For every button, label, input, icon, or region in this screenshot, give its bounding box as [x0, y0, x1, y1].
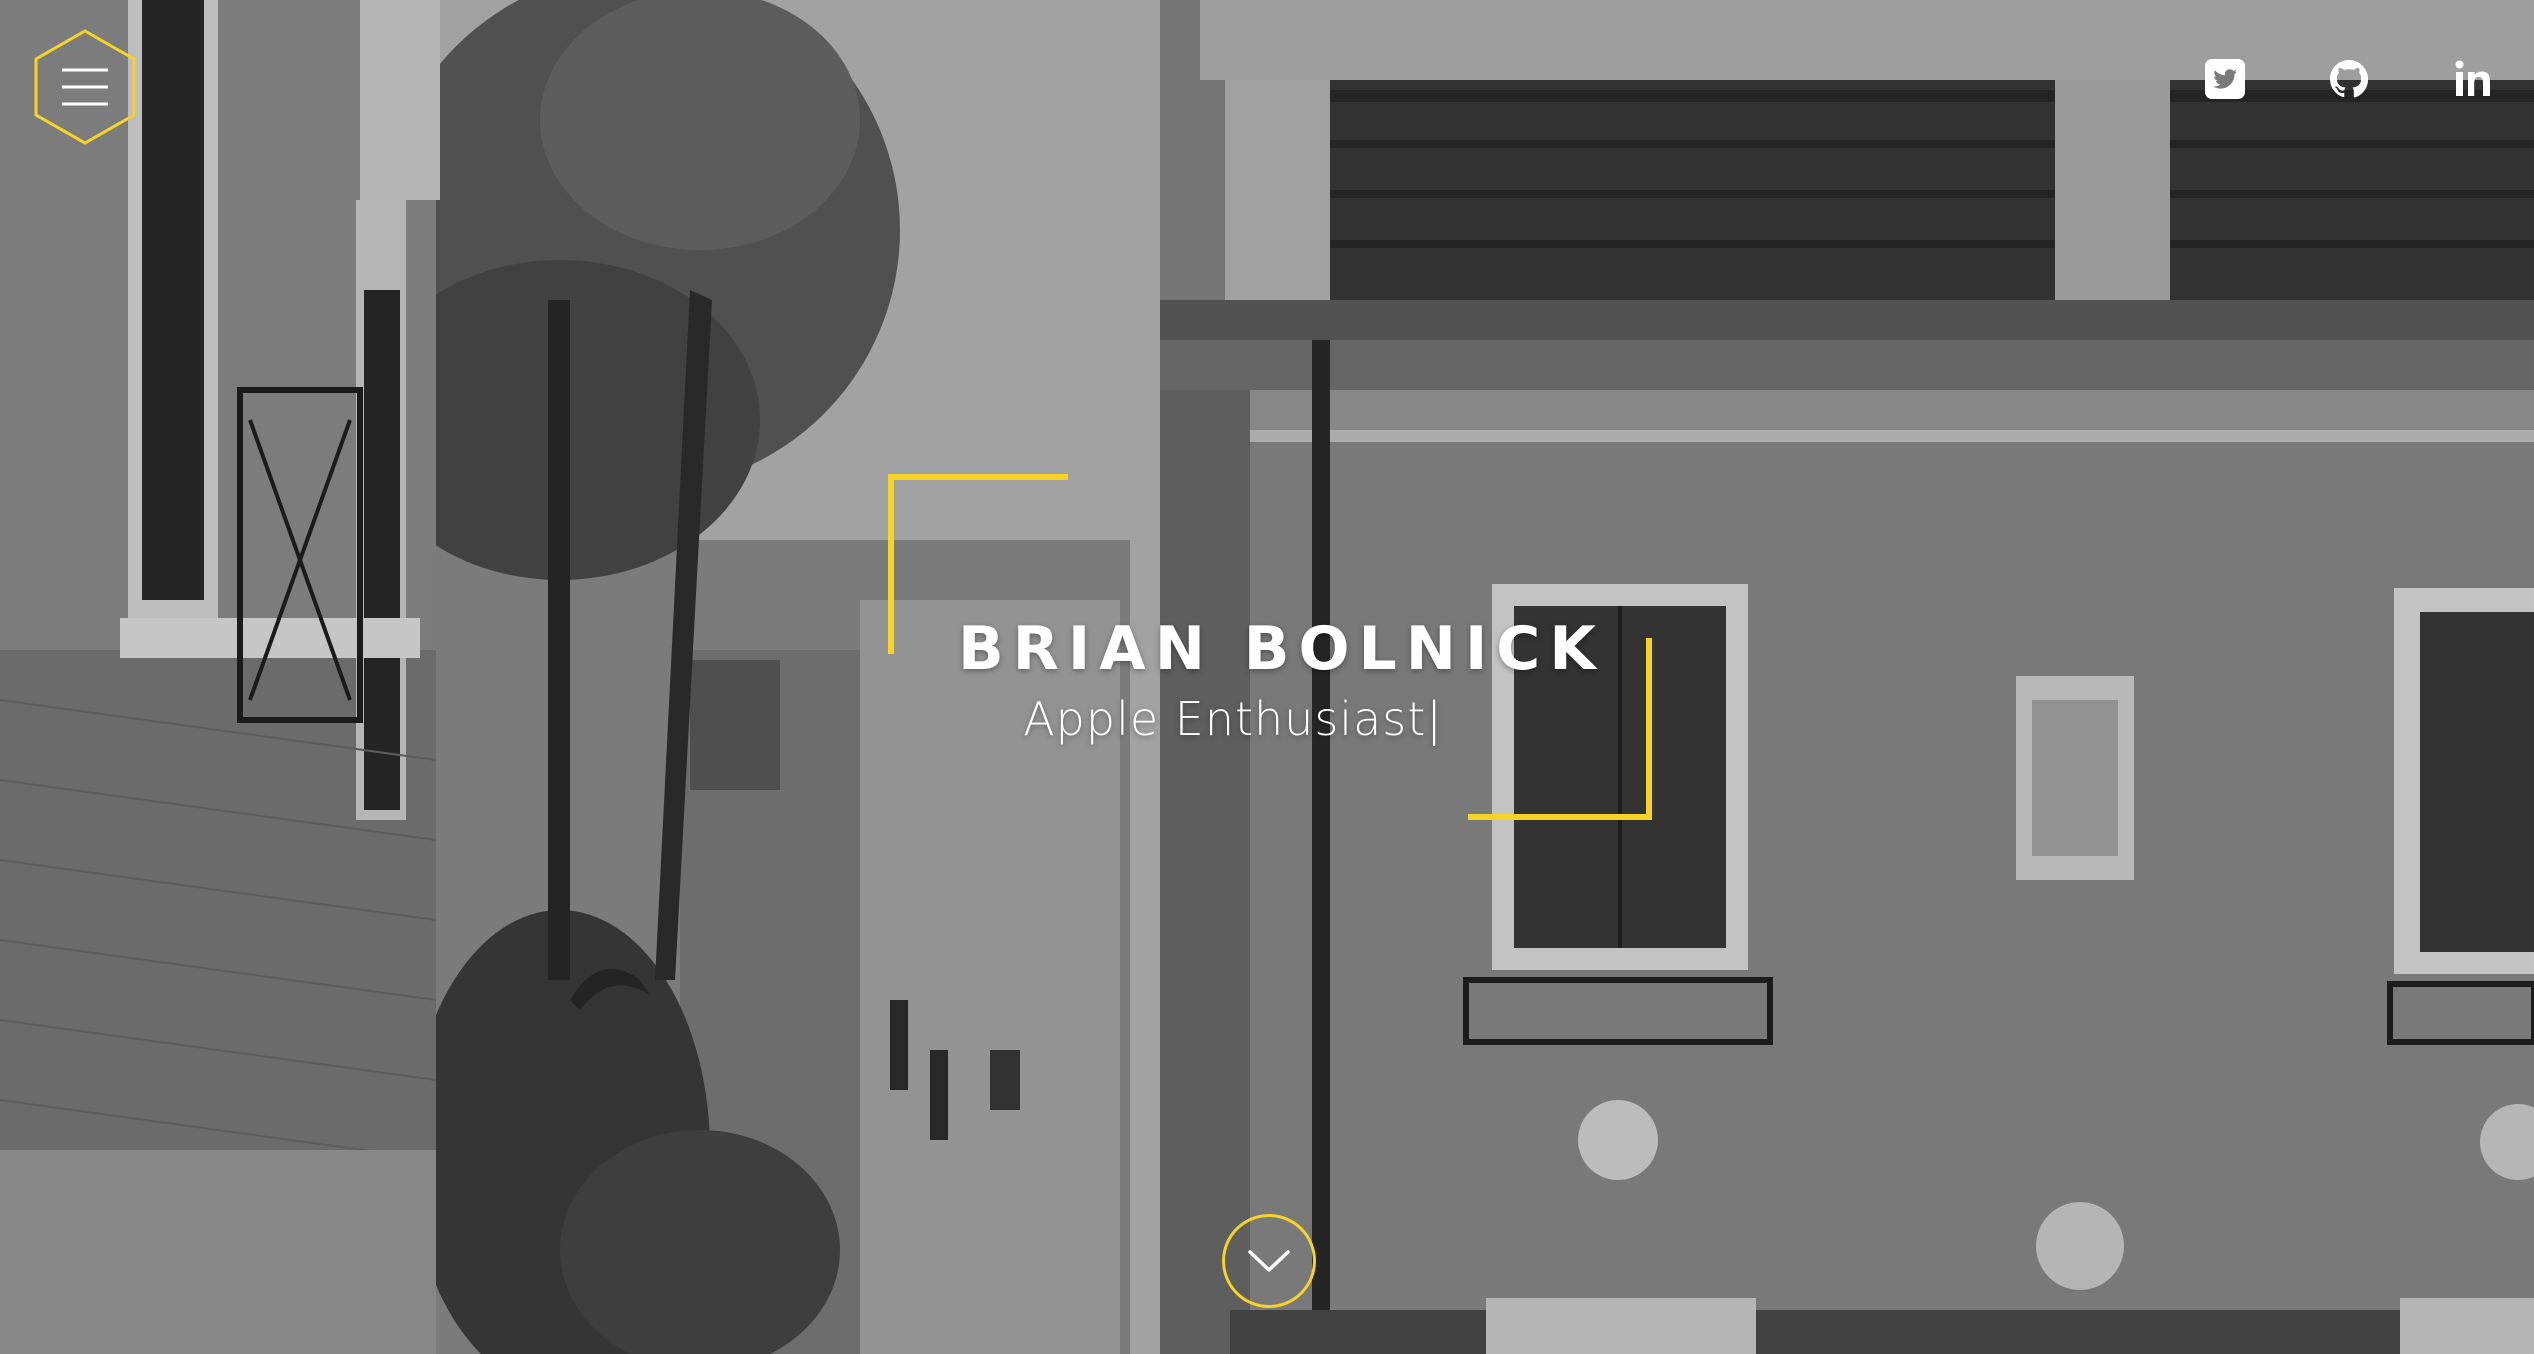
hero-tagline: Apple Enthusiast|: [948, 692, 1518, 746]
chevron-down-icon: [1248, 1250, 1290, 1272]
hero-section: BRIAN BOLNICK Apple Enthusiast|: [0, 0, 2534, 1354]
linkedin-icon: [2455, 60, 2490, 96]
linkedin-link[interactable]: [2452, 58, 2494, 100]
github-link[interactable]: [2328, 58, 2370, 100]
typing-cursor: |: [1426, 692, 1443, 746]
menu-button[interactable]: [32, 28, 138, 146]
tagline-text: Apple Enthusiast: [1023, 692, 1427, 746]
social-links: [2204, 58, 2494, 100]
twitter-icon: [2205, 59, 2245, 99]
hero-name: BRIAN BOLNICK: [958, 614, 1605, 684]
twitter-link[interactable]: [2204, 58, 2246, 100]
hamburger-in-hexagon-icon: [34, 29, 136, 145]
github-icon: [2330, 60, 2369, 98]
scroll-down-button[interactable]: [1222, 1214, 1316, 1308]
title-frame: BRIAN BOLNICK Apple Enthusiast|: [888, 474, 1652, 820]
